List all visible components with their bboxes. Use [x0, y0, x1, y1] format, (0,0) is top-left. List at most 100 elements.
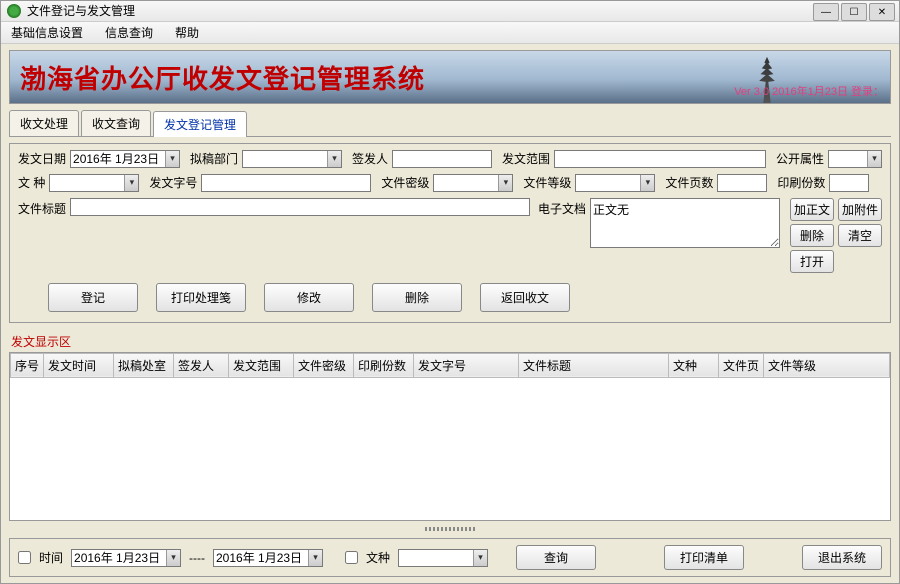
grade-combo[interactable]: ▾	[575, 174, 655, 192]
chevron-down-icon[interactable]: ▾	[867, 151, 881, 167]
menu-help[interactable]: 帮助	[171, 22, 203, 43]
open-label: 公开属性	[776, 150, 824, 167]
col-grade[interactable]: 文件等级	[764, 353, 890, 377]
open-button[interactable]: 打开	[790, 250, 834, 273]
signer-label: 签发人	[352, 150, 388, 167]
date-from-picker[interactable]: 2016年 1月23日 ▾	[71, 549, 181, 567]
date-to-picker[interactable]: 2016年 1月23日 ▾	[213, 549, 323, 567]
date-value: 2016年 1月23日	[71, 150, 165, 167]
col-title[interactable]: 文件标题	[519, 353, 669, 377]
col-scope[interactable]: 发文范围	[229, 353, 294, 377]
date-label: 发文日期	[18, 150, 66, 167]
title-input[interactable]	[70, 198, 530, 216]
drafter-label: 拟稿部门	[190, 150, 238, 167]
col-sendtime[interactable]: 发文时间	[44, 353, 114, 377]
title-bar: 文件登记与发文管理 — ☐ ✕	[1, 1, 899, 22]
date-to-value: 2016年 1月23日	[214, 549, 308, 566]
action-button-bar: 登记 打印处理笺 修改 删除 返回收文	[18, 279, 882, 316]
scope-input[interactable]	[554, 150, 766, 168]
secret-label: 文件密级	[381, 174, 429, 191]
splitter[interactable]	[9, 525, 891, 532]
add-body-button[interactable]: 加正文	[790, 198, 834, 221]
clear-button[interactable]: 清空	[838, 224, 882, 247]
date-from-value: 2016年 1月23日	[72, 549, 166, 566]
secret-combo[interactable]: ▾	[433, 174, 513, 192]
close-button[interactable]: ✕	[869, 3, 895, 21]
grid-table: 序号 发文时间 拟稿处室 签发人 发文范围 文件密级 印刷份数 发文字号 文件标…	[10, 353, 890, 378]
pages-input[interactable]	[717, 174, 767, 192]
version-text: Ver 3.0 2016年1月23日 登录：	[734, 83, 884, 99]
time-checkbox[interactable]	[18, 551, 31, 564]
grip-icon	[425, 527, 475, 531]
date-picker[interactable]: 2016年 1月23日 ▾	[70, 150, 180, 168]
docno-input[interactable]	[201, 174, 371, 192]
scope-label: 发文范围	[502, 150, 550, 167]
tab-receive-process[interactable]: 收文处理	[9, 110, 79, 136]
menu-basic[interactable]: 基础信息设置	[7, 22, 87, 43]
menu-query[interactable]: 信息查询	[101, 22, 157, 43]
col-docno[interactable]: 发文字号	[414, 353, 519, 377]
chevron-down-icon[interactable]: ▾	[308, 550, 322, 566]
data-grid[interactable]: 序号 发文时间 拟稿处室 签发人 发文范围 文件密级 印刷份数 发文字号 文件标…	[9, 352, 891, 521]
col-copies[interactable]: 印刷份数	[354, 353, 414, 377]
col-kind[interactable]: 文种	[669, 353, 719, 377]
drafter-combo[interactable]: ▾	[242, 150, 342, 168]
register-button[interactable]: 登记	[48, 283, 138, 312]
app-icon	[7, 4, 21, 18]
minimize-button[interactable]: —	[813, 3, 839, 21]
chevron-down-icon[interactable]: ▾	[165, 151, 179, 167]
tab-send-register[interactable]: 发文登记管理	[153, 111, 247, 137]
kind-checkbox[interactable]	[345, 551, 358, 564]
modify-button[interactable]: 修改	[264, 283, 354, 312]
tab-receive-query[interactable]: 收文查询	[81, 110, 151, 136]
grid-title: 发文显示区	[11, 333, 889, 350]
docno-label: 发文字号	[149, 174, 197, 191]
col-index[interactable]: 序号	[11, 353, 44, 377]
chevron-down-icon[interactable]: ▾	[327, 151, 341, 167]
grade-label: 文件等级	[523, 174, 571, 191]
col-drafter[interactable]: 拟稿处室	[114, 353, 174, 377]
form-row-2: 文 种 ▾ 发文字号 文件密级 ▾ 文件等级 ▾ 文件页数 印刷份数	[18, 174, 882, 192]
edoc-label: 电子文档	[538, 198, 586, 217]
add-attach-button[interactable]: 加附件	[838, 198, 882, 221]
range-sep: ----	[189, 551, 205, 565]
kind-label: 文 种	[18, 174, 45, 191]
print-bag-button[interactable]: 打印处理笺	[156, 283, 246, 312]
app-window: 文件登记与发文管理 — ☐ ✕ 基础信息设置 信息查询 帮助 渤海省办公厅收发文…	[0, 0, 900, 584]
grid-header-row: 序号 发文时间 拟稿处室 签发人 发文范围 文件密级 印刷份数 发文字号 文件标…	[11, 353, 890, 377]
col-pages[interactable]: 文件页	[719, 353, 764, 377]
banner: 渤海省办公厅收发文登记管理系统 Ver 3.0 2016年1月23日 登录：	[9, 50, 891, 104]
window-title: 文件登记与发文管理	[27, 2, 135, 19]
title-label: 文件标题	[18, 198, 66, 217]
return-button[interactable]: 返回收文	[480, 283, 570, 312]
col-secret[interactable]: 文件密级	[294, 353, 354, 377]
exit-button[interactable]: 退出系统	[802, 545, 882, 570]
edoc-textarea[interactable]	[590, 198, 780, 248]
maximize-button[interactable]: ☐	[841, 3, 867, 21]
query-button[interactable]: 查询	[516, 545, 596, 570]
open-combo[interactable]: ▾	[828, 150, 882, 168]
menu-bar: 基础信息设置 信息查询 帮助	[1, 22, 899, 44]
form-row-1: 发文日期 2016年 1月23日 ▾ 拟稿部门 ▾ 签发人 发文范围 公开属性 …	[18, 150, 882, 168]
chevron-down-icon[interactable]: ▾	[166, 550, 180, 566]
chevron-down-icon[interactable]: ▾	[640, 175, 654, 191]
form-panel: 发文日期 2016年 1月23日 ▾ 拟稿部门 ▾ 签发人 发文范围 公开属性 …	[9, 143, 891, 323]
delete-attach-button[interactable]: 删除	[790, 224, 834, 247]
signer-input[interactable]	[392, 150, 492, 168]
form-row-3: 文件标题 电子文档 加正文 加附件 删除 清空 打开	[18, 198, 882, 273]
copies-input[interactable]	[829, 174, 869, 192]
delete-button[interactable]: 删除	[372, 283, 462, 312]
kind-label-footer: 文种	[366, 549, 390, 566]
system-title: 渤海省办公厅收发文登记管理系统	[20, 59, 425, 96]
kind-combo[interactable]: ▾	[49, 174, 139, 192]
time-label: 时间	[39, 549, 63, 566]
footer-panel: 时间 2016年 1月23日 ▾ ---- 2016年 1月23日 ▾ 文种 ▾…	[9, 538, 891, 577]
col-signer[interactable]: 签发人	[174, 353, 229, 377]
print-list-button[interactable]: 打印清单	[664, 545, 744, 570]
chevron-down-icon[interactable]: ▾	[473, 550, 487, 566]
chevron-down-icon[interactable]: ▾	[498, 175, 512, 191]
chevron-down-icon[interactable]: ▾	[124, 175, 138, 191]
edoc-button-column: 加正文 加附件 删除 清空 打开	[790, 198, 882, 273]
kind-combo-footer[interactable]: ▾	[398, 549, 488, 567]
window-controls: — ☐ ✕	[813, 3, 895, 21]
